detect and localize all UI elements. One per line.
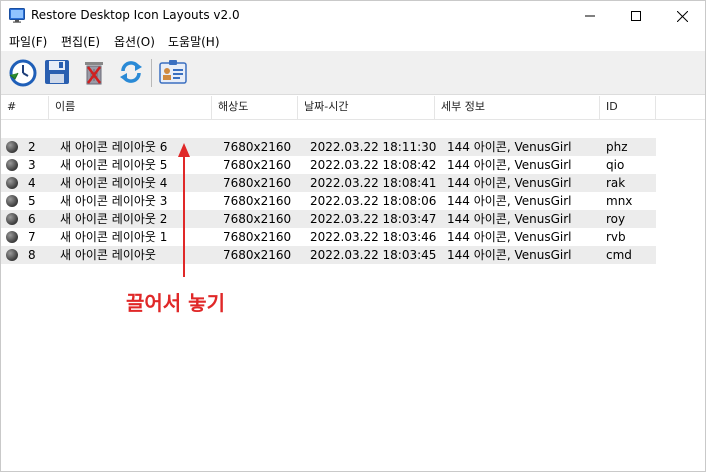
row-datetime: 2022.03.22 18:11:30 <box>310 140 437 154</box>
row-details: 144 아이콘, VenusGirl <box>447 230 572 244</box>
row-number: 4 <box>28 176 36 190</box>
row-datetime: 2022.03.22 18:03:46 <box>310 230 437 244</box>
row-id: cmd <box>606 248 632 262</box>
row-datetime: 2022.03.22 18:03:45 <box>310 248 437 262</box>
table-row[interactable]: 3 새 아이콘 레이아웃 5 7680x2160 2022.03.22 18:08:4… <box>1 156 656 174</box>
row-resolution: 7680x2160 <box>223 158 292 172</box>
row-number: 3 <box>28 158 36 172</box>
menu-options[interactable]: 옵션(O) <box>114 33 155 50</box>
layout-bullet-icon <box>6 231 18 243</box>
delete-layout-button[interactable] <box>78 56 110 88</box>
menu-file[interactable]: 파일(F) <box>9 33 47 50</box>
row-name: 새 아이콘 레이아웃 2 <box>60 212 168 226</box>
layout-bullet-icon <box>6 249 18 261</box>
row-details: 144 아이콘, VenusGirl <box>447 248 572 262</box>
row-datetime: 2022.03.22 18:08:06 <box>310 194 437 208</box>
menu-help[interactable]: 도움말(H) <box>168 33 220 50</box>
menu-bar: 파일(F) 편집(E) 옵션(O) 도움말(H) <box>1 31 705 51</box>
row-resolution: 7680x2160 <box>223 194 292 208</box>
column-header-number[interactable]: # <box>1 96 49 120</box>
row-resolution: 7680x2160 <box>223 212 292 226</box>
layout-bullet-icon <box>6 159 18 171</box>
row-details: 144 아이콘, VenusGirl <box>447 194 572 208</box>
toolbar-separator <box>151 59 152 87</box>
app-window: Restore Desktop Icon Layouts v2.0 파일(F) … <box>0 0 706 472</box>
properties-button[interactable] <box>157 56 189 88</box>
row-number: 5 <box>28 194 36 208</box>
row-id: roy <box>606 212 626 226</box>
column-header-resolution[interactable]: 해상도 <box>212 96 298 120</box>
table-row[interactable]: 7 새 아이콘 레이아웃 1 7680x2160 2022.03.22 18:03:4… <box>1 228 656 246</box>
row-name: 새 아이콘 레이아웃 1 <box>60 230 168 244</box>
menu-edit[interactable]: 편집(E) <box>61 33 100 50</box>
layout-bullet-icon <box>6 195 18 207</box>
refresh-button[interactable] <box>115 56 147 88</box>
row-resolution: 7680x2160 <box>223 230 292 244</box>
row-details: 144 아이콘, VenusGirl <box>447 176 572 190</box>
window-title: Restore Desktop Icon Layouts v2.0 <box>31 8 240 22</box>
layout-bullet-icon <box>6 213 18 225</box>
row-name: 새 아이콘 레이아웃 <box>60 248 156 262</box>
drag-arrow-icon <box>178 143 190 277</box>
row-name: 새 아이콘 레이아웃 4 <box>60 176 168 190</box>
row-id: rvb <box>606 230 626 244</box>
row-number: 2 <box>28 140 36 154</box>
row-name: 새 아이콘 레이아웃 5 <box>60 158 168 172</box>
layout-list: 2 새 아이콘 레이아웃 6 7680x2160 2022.03.22 18:11:3… <box>1 138 705 264</box>
maximize-button[interactable] <box>613 1 659 31</box>
row-id: rak <box>606 176 626 190</box>
layout-bullet-icon <box>6 141 18 153</box>
row-resolution: 7680x2160 <box>223 140 292 154</box>
row-name: 새 아이콘 레이아웃 6 <box>60 140 168 154</box>
close-button[interactable] <box>659 1 705 31</box>
refresh-icon <box>120 61 142 83</box>
toolbar <box>1 51 705 95</box>
save-layout-button[interactable] <box>41 56 73 88</box>
table-row[interactable]: 2 새 아이콘 레이아웃 6 7680x2160 2022.03.22 18:11:3… <box>1 138 656 156</box>
row-datetime: 2022.03.22 18:08:41 <box>310 176 437 190</box>
row-details: 144 아이콘, VenusGirl <box>447 140 572 154</box>
row-resolution: 7680x2160 <box>223 176 292 190</box>
delete-trash-icon <box>85 62 103 85</box>
row-details: 144 아이콘, VenusGirl <box>447 158 572 172</box>
save-floppy-icon <box>45 60 69 84</box>
drag-and-drop-annotation: 끌어서 놓기 <box>126 291 225 315</box>
row-id: qio <box>606 158 625 172</box>
row-id: mnx <box>606 194 633 208</box>
table-row[interactable]: 6 새 아이콘 레이아웃 2 7680x2160 2022.03.22 18:03:4… <box>1 210 656 228</box>
app-icon <box>9 8 25 23</box>
row-id: phz <box>606 140 628 154</box>
restore-clock-icon <box>9 59 37 87</box>
row-resolution: 7680x2160 <box>223 248 292 262</box>
maximize-icon <box>631 11 641 21</box>
title-bar[interactable]: Restore Desktop Icon Layouts v2.0 <box>1 1 705 31</box>
list-header: # 이름 해상도 날짜-시간 세부 정보 ID <box>1 96 705 120</box>
properties-card-icon <box>159 60 187 84</box>
column-header-details[interactable]: 세부 정보 <box>435 96 600 120</box>
row-name: 새 아이콘 레이아웃 3 <box>60 194 168 208</box>
layout-bullet-icon <box>6 177 18 189</box>
row-datetime: 2022.03.22 18:03:47 <box>310 212 437 226</box>
row-datetime: 2022.03.22 18:08:42 <box>310 158 437 172</box>
row-number: 8 <box>28 248 36 262</box>
row-number: 7 <box>28 230 36 244</box>
minimize-button[interactable] <box>567 1 613 31</box>
row-number: 6 <box>28 212 36 226</box>
close-icon <box>676 10 688 22</box>
table-row[interactable]: 4 새 아이콘 레이아웃 4 7680x2160 2022.03.22 18:08:4… <box>1 174 656 192</box>
column-header-datetime[interactable]: 날짜-시간 <box>298 96 435 120</box>
restore-layout-button[interactable] <box>6 56 38 88</box>
row-details: 144 아이콘, VenusGirl <box>447 212 572 226</box>
table-row[interactable]: 5 새 아이콘 레이아웃 3 7680x2160 2022.03.22 18:08:0… <box>1 192 656 210</box>
table-row[interactable]: 8 새 아이콘 레이아웃 7680x2160 2022.03.22 18:03:45 1… <box>1 246 656 264</box>
column-header-id[interactable]: ID <box>600 96 656 120</box>
column-header-name[interactable]: 이름 <box>49 96 212 120</box>
minimize-icon <box>585 15 595 17</box>
